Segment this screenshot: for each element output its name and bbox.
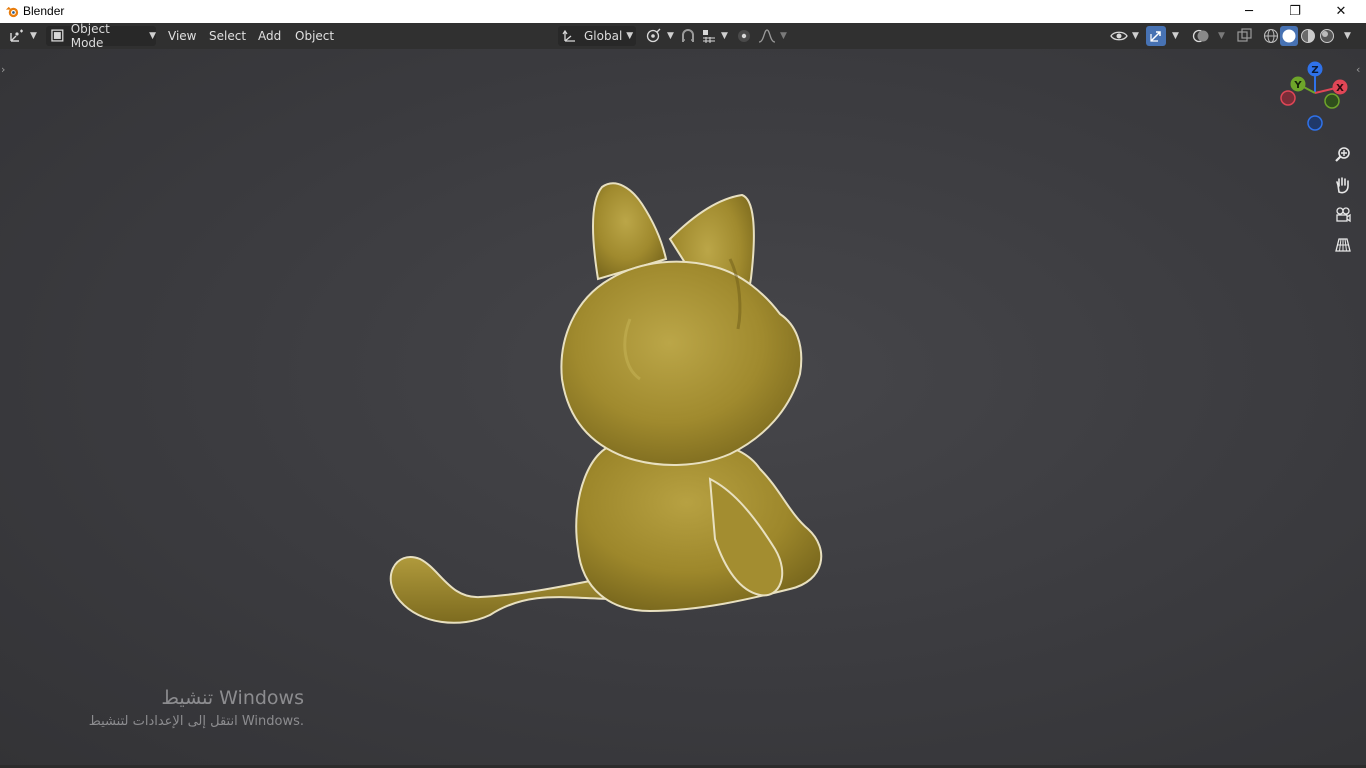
eye-icon (1110, 31, 1128, 41)
magnet-icon (682, 29, 694, 42)
shading-material-button[interactable] (1299, 26, 1317, 46)
editor-type-selector[interactable]: ▼ (8, 26, 40, 46)
shading-wireframe-button[interactable] (1262, 26, 1280, 46)
activation-subtitle: انتقل إلى الإعدادات لتنشيط Windows. (88, 714, 304, 729)
rendered-sphere-icon (1320, 29, 1334, 43)
gizmo-z-label: Z (1311, 65, 1318, 76)
activation-title: تنشيط Windows (161, 687, 304, 709)
cat-sculpt-object[interactable] (370, 119, 850, 639)
camera-view-button[interactable] (1330, 202, 1356, 228)
xray-icon (1237, 28, 1252, 42)
transform-orientation-selector[interactable]: Global ▼ (558, 26, 636, 46)
gizmo-neg-x-handle[interactable] (1280, 90, 1296, 106)
gizmo-neg-y-handle[interactable] (1324, 93, 1340, 109)
snap-increment-icon (703, 30, 715, 43)
shading-rendered-button[interactable] (1318, 26, 1336, 46)
maximize-button[interactable]: ❐ (1272, 0, 1318, 23)
chevron-down-icon: ▼ (149, 31, 156, 41)
material-sphere-icon (1301, 29, 1315, 43)
chevron-down-icon: ▼ (667, 31, 674, 41)
solid-sphere-icon (1282, 29, 1296, 43)
zoom-button[interactable] (1330, 142, 1356, 168)
gizmo-neg-z-handle[interactable] (1307, 115, 1323, 131)
minimize-button[interactable]: ─ (1226, 0, 1272, 23)
object-mode-icon (51, 29, 64, 42)
chevron-down-icon: ▼ (721, 31, 728, 41)
proportional-editing-toggle[interactable] (735, 26, 753, 46)
menu-view[interactable]: View (168, 26, 196, 46)
toolbar-expand-arrow-icon[interactable]: › (1, 63, 5, 76)
gizmo-icon (1150, 31, 1161, 42)
orientation-axes-icon (562, 29, 575, 42)
menu-select[interactable]: Select (209, 26, 246, 46)
3d-viewport[interactable]: › ‹ Z Y X تنشيط Windows انتقل إلى الإعدا… (0, 49, 1366, 768)
proportional-falloff-selector[interactable]: ▼ (758, 26, 787, 46)
zoom-icon (1335, 147, 1350, 162)
cat-body (575, 443, 823, 613)
mode-selector[interactable]: Object Mode ▼ (46, 22, 156, 50)
pan-button[interactable] (1330, 172, 1356, 198)
gizmo-toggle[interactable] (1146, 26, 1166, 46)
chevron-down-icon: ▼ (1218, 31, 1225, 41)
menu-add[interactable]: Add (258, 26, 281, 46)
overlay-toggle[interactable] (1192, 26, 1210, 46)
chevron-down-icon: ▼ (626, 31, 634, 41)
window-title: Blender (23, 4, 65, 18)
camera-icon (1336, 207, 1351, 223)
viewport-header: ▼ Object Mode ▼ View Select Add Object G… (0, 22, 1366, 50)
chevron-down-icon: ▼ (30, 31, 37, 41)
menu-object[interactable]: Object (295, 26, 334, 46)
navigation-gizmo[interactable]: Z Y X (1274, 57, 1358, 147)
proportional-editing-icon (738, 30, 750, 42)
overlay-icon (1192, 29, 1209, 43)
chevron-down-icon: ▼ (1132, 31, 1139, 41)
shading-solid-button[interactable] (1280, 26, 1298, 46)
falloff-curve-icon (758, 29, 776, 43)
gizmo-options-dropdown[interactable]: ▼ (1168, 26, 1179, 46)
gizmo-y-label: Y (1293, 80, 1302, 91)
cat-outline (389, 182, 823, 624)
perspective-grid-icon (1335, 238, 1351, 252)
snap-target-selector[interactable]: ▼ (701, 26, 728, 46)
overlay-options-dropdown[interactable]: ▼ (1214, 26, 1225, 46)
perspective-toggle-button[interactable] (1330, 232, 1356, 258)
pan-hand-icon (1336, 177, 1349, 194)
wireframe-sphere-icon (1263, 28, 1279, 44)
orientation-label: Global (584, 29, 623, 43)
pivot-point-selector[interactable]: ▼ (645, 26, 674, 46)
chevron-down-icon: ▼ (1344, 31, 1351, 41)
snap-toggle[interactable] (679, 26, 697, 46)
chevron-down-icon: ▼ (780, 31, 787, 41)
xray-toggle[interactable] (1236, 26, 1254, 46)
pivot-point-icon (646, 28, 661, 43)
chevron-down-icon: ▼ (1172, 31, 1179, 41)
object-visibility-selector[interactable]: ▼ (1110, 26, 1139, 46)
mode-label: Object Mode (70, 22, 110, 50)
gizmo-x-label: X (1336, 83, 1344, 94)
shading-options-dropdown[interactable]: ▼ (1340, 26, 1351, 46)
blender-logo-icon (5, 6, 19, 18)
close-button[interactable]: ✕ (1318, 0, 1364, 23)
window-titlebar: Blender ─ ❐ ✕ (0, 0, 1366, 23)
cat-head (560, 260, 803, 466)
3d-viewport-icon (10, 29, 23, 42)
